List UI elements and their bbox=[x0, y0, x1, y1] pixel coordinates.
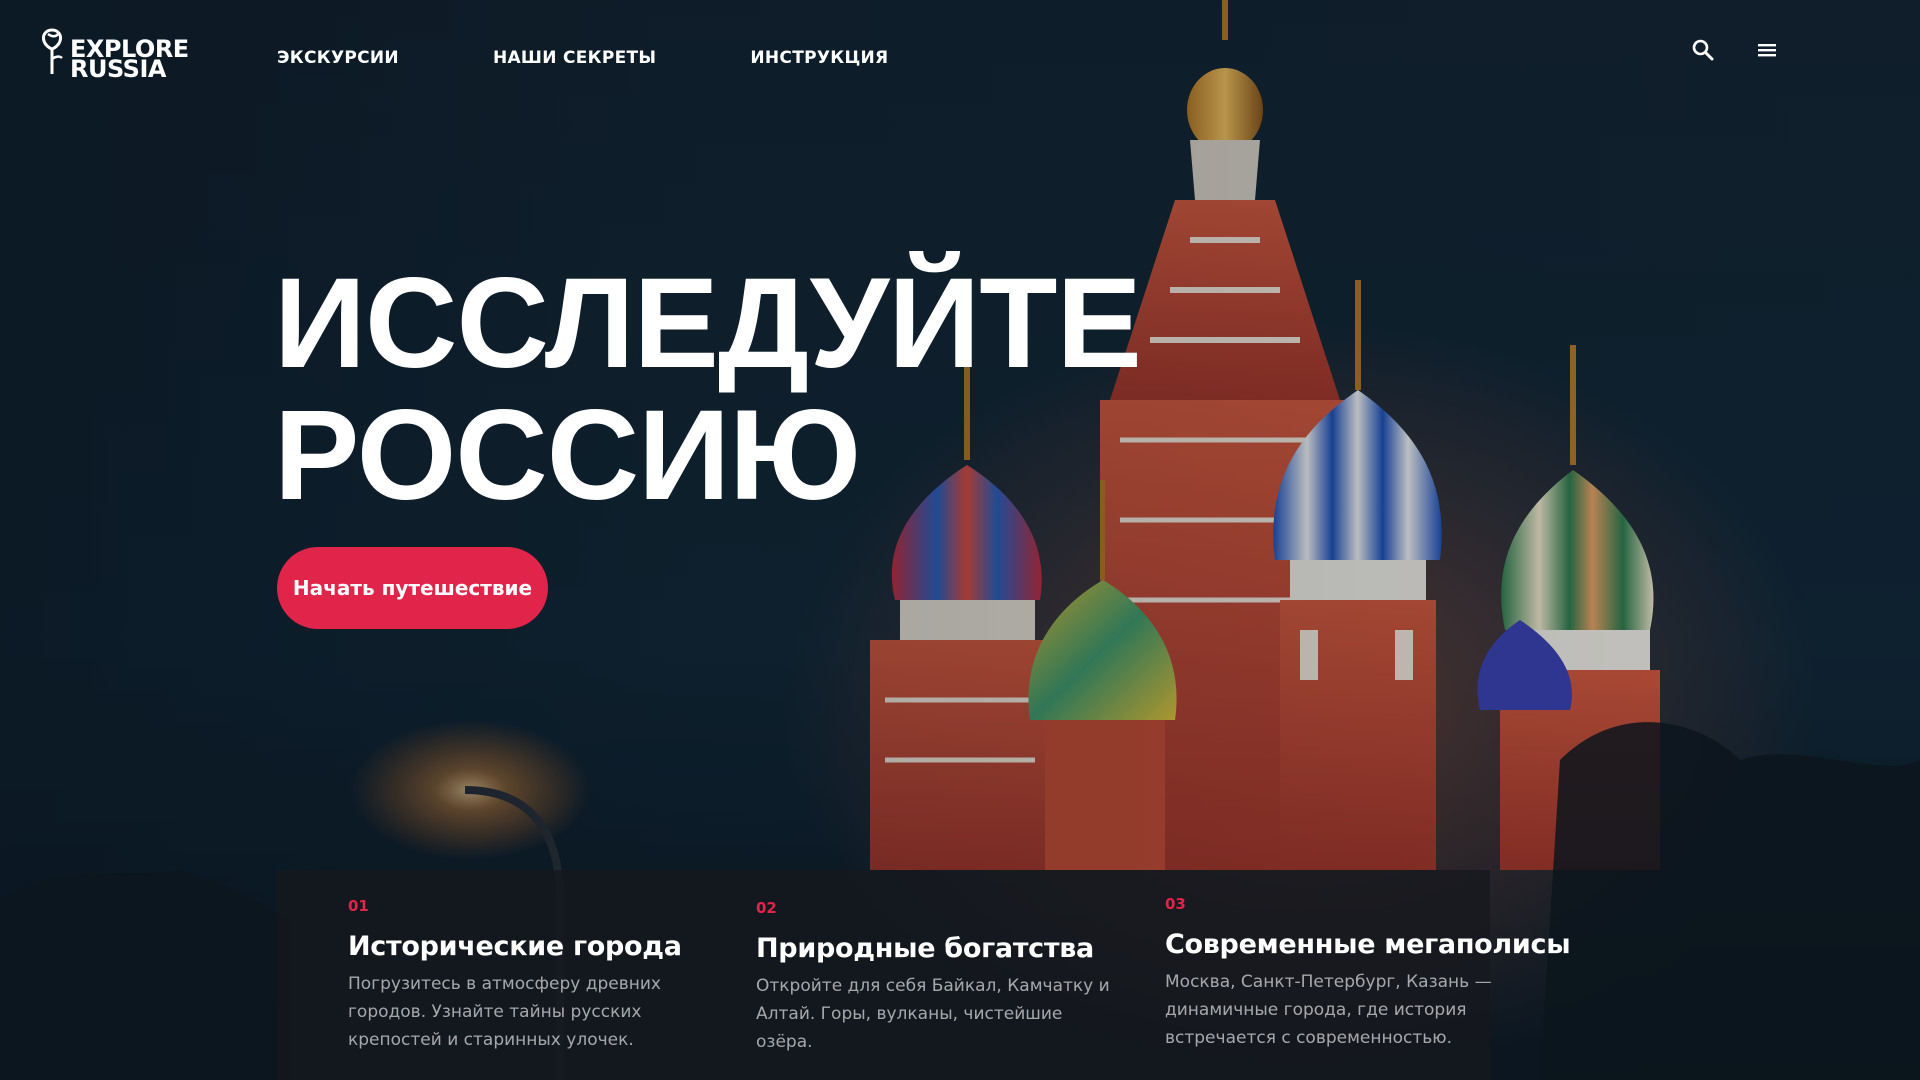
search-icon bbox=[1692, 39, 1714, 61]
nav-excursions[interactable]: ЭКСКУРСИИ bbox=[277, 48, 399, 68]
feature-title: Природные богатства bbox=[756, 933, 1094, 964]
rose-logo-icon bbox=[42, 28, 63, 74]
feature-title: Современные мегаполисы bbox=[1165, 929, 1571, 960]
feature-description: Откройте для себя Байкал, Камчатку и Алт… bbox=[756, 976, 1110, 1052]
search-button[interactable] bbox=[1690, 37, 1716, 63]
feature-number: 03 bbox=[1165, 895, 1186, 913]
menu-icon bbox=[1758, 44, 1776, 57]
nav-instructions[interactable]: ИНСТРУКЦИЯ bbox=[750, 48, 888, 68]
feature-description: Москва, Санкт-Петербург, Казань — динами… bbox=[1165, 972, 1492, 1048]
feature-number: 01 bbox=[348, 897, 369, 915]
feature-historic-cities[interactable]: 01 Исторические города Погрузитесь в атм… bbox=[348, 897, 708, 1054]
feature-modern-megacities[interactable]: 03 Современные мегаполисы Москва, Санкт-… bbox=[1165, 895, 1571, 1052]
hero-title-line-1: ИССЛЕДУЙТЕ bbox=[274, 252, 1142, 395]
feature-natural-wealth[interactable]: 02 Природные богатства Откройте для себя… bbox=[756, 899, 1116, 1056]
nav-our-secrets[interactable]: НАШИ СЕКРЕТЫ bbox=[493, 48, 656, 68]
main-nav: ЭКСКУРСИИ НАШИ СЕКРЕТЫ ИНСТРУКЦИЯ bbox=[277, 48, 888, 68]
hero-title: ИССЛЕДУЙТЕ РОССИЮ bbox=[274, 252, 1142, 527]
feature-number: 02 bbox=[756, 899, 777, 917]
start-journey-button[interactable]: Начать путешествие bbox=[277, 547, 548, 629]
feature-title: Исторические города bbox=[348, 931, 682, 962]
logo-text: EXPLORE RUSSIA bbox=[70, 37, 189, 81]
site-logo[interactable]: EXPLORE RUSSIA bbox=[38, 26, 189, 81]
feature-description: Погрузитесь в атмосферу древних городов.… bbox=[348, 974, 661, 1050]
features-panel: 01 Исторические города Погрузитесь в атм… bbox=[277, 870, 1571, 1080]
menu-button[interactable] bbox=[1754, 37, 1780, 63]
hero-title-line-2: РОССИЮ bbox=[274, 384, 861, 527]
